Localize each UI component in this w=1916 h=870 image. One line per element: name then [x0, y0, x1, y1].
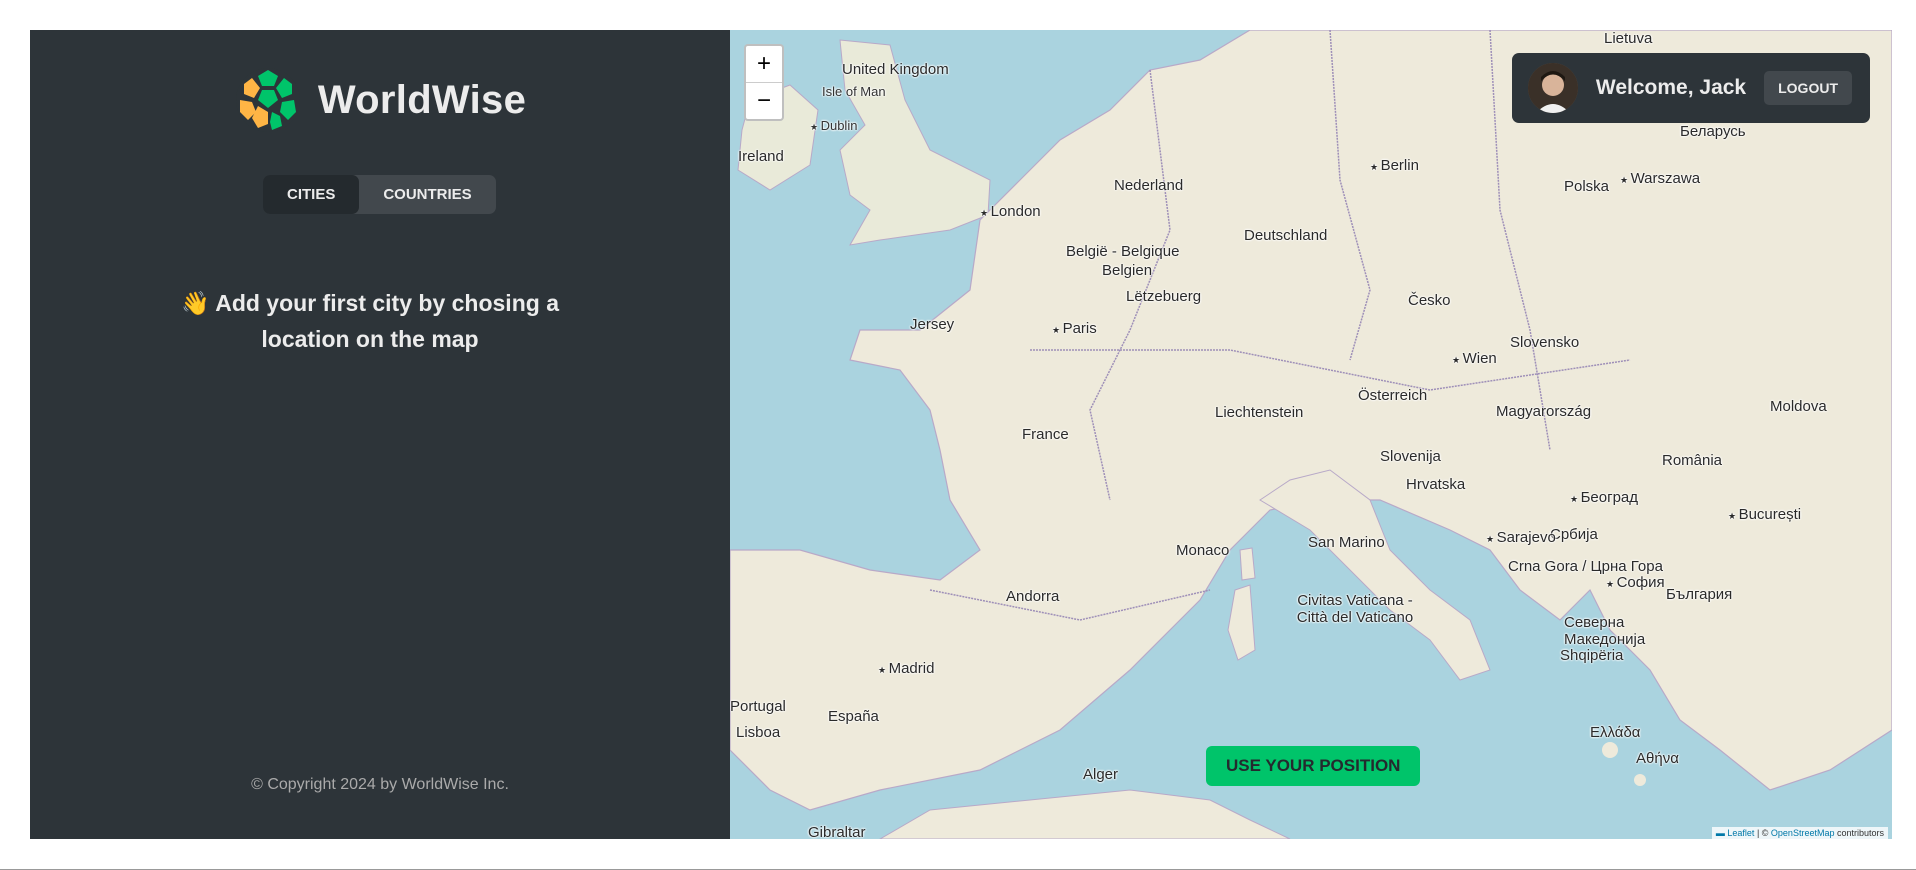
map-label-jersey: Jersey [910, 316, 955, 333]
map-label-liechtenstein: Liechtenstein [1215, 404, 1304, 421]
map-label-slovenija: Slovenija [1380, 448, 1441, 465]
logout-button[interactable]: LOGOUT [1764, 71, 1852, 105]
copyright: © Copyright 2024 by WorldWise Inc. [251, 776, 509, 793]
map-label-dublin: Dublin [810, 118, 858, 133]
map-label-ellada: Ελλάδα [1590, 724, 1641, 741]
attribution-suffix: contributors [1834, 828, 1884, 838]
map-label-france: France [1022, 426, 1069, 443]
map-label-gibraltar: Gibraltar [808, 824, 866, 839]
zoom-control: + − [744, 44, 784, 121]
map-label-slovensko: Slovensko [1510, 334, 1580, 351]
zoom-out-button[interactable]: − [746, 82, 782, 119]
map-label-london: London [980, 203, 1041, 220]
map-label-sofia: София [1606, 574, 1665, 591]
map-attribution: ▬ Leaflet | © OpenStreetMap contributors [1711, 827, 1888, 839]
leaflet-link[interactable]: Leaflet [1727, 828, 1754, 838]
map-label-bucuresti: București [1728, 506, 1802, 523]
map[interactable]: United Kingdom Isle of Man Dublin Irelan… [730, 30, 1892, 839]
zoom-in-button[interactable]: + [746, 46, 782, 82]
empty-state-text: Add your first city by chosing a locatio… [215, 290, 559, 352]
map-label-espana: España [828, 708, 879, 725]
globe-logo-icon [235, 68, 300, 132]
map-label-moldova: Moldova [1770, 398, 1827, 415]
map-label-cesko: Česko [1408, 292, 1451, 309]
map-label-sarajevo: Sarajevo [1486, 529, 1556, 546]
map-label-nederland: Nederland [1114, 177, 1184, 194]
map-label-polska: Polska [1564, 178, 1610, 195]
map-label-belgien: Belgien [1102, 262, 1153, 279]
map-label-isle-of-man: Isle of Man [822, 84, 886, 99]
map-label-severna: Северна Македонија [1564, 614, 1646, 648]
map-label-lietuva: Lietuva [1604, 30, 1653, 47]
map-tiles [730, 30, 1892, 839]
user-panel: Welcome, Jack LOGOUT [1511, 53, 1870, 123]
app-name: WorldWise [317, 77, 527, 122]
map-label-united-kingdom: United Kingdom [842, 61, 949, 78]
sidebar-tabs: CITIES COUNTRIES [263, 175, 496, 214]
welcome-text: Welcome, Jack [1595, 76, 1747, 99]
map-label-san-marino: San Marino [1308, 534, 1385, 551]
logo[interactable]: WorldWise [30, 66, 730, 134]
tab-cities[interactable]: CITIES [263, 175, 360, 214]
ukraine-flag-icon: ▬ [1715, 828, 1725, 838]
map-label-deutschland: Deutschland [1244, 227, 1328, 244]
map-label-andorra: Andorra [1006, 588, 1060, 605]
sidebar: WorldWise CITIES COUNTRIES 👋 Add your fi… [30, 30, 730, 839]
map-label-vaticano: Civitas Vaticana - Città del Vaticano [1296, 592, 1414, 626]
map-label-monaco: Monaco [1176, 542, 1230, 559]
map-label-magyarorszag: Magyarország [1496, 403, 1592, 420]
map-label-belgie: België - Belgique [1066, 243, 1180, 260]
map-label-wien: Wien [1452, 350, 1497, 367]
map-label-letzebuerg: Lëtzebuerg [1126, 288, 1202, 305]
map-label-athina: Αθήνα [1636, 750, 1679, 767]
map-label-osterreich: Österreich [1358, 387, 1428, 404]
openstreetmap-link[interactable]: OpenStreetMap [1771, 828, 1835, 838]
avatar [1527, 63, 1578, 113]
use-position-button[interactable]: USE YOUR POSITION [1206, 746, 1421, 786]
map-label-berlin: Berlin [1370, 157, 1419, 174]
map-label-srbija: Србија [1550, 526, 1598, 543]
map-label-ireland: Ireland [738, 148, 784, 165]
app-layout: WorldWise CITIES COUNTRIES 👋 Add your fi… [30, 30, 1892, 839]
map-label-paris: Paris [1052, 320, 1097, 337]
map-label-portugal: Portugal [730, 698, 786, 715]
map-label-crna-gora: Crna Gora / Црна Гора [1508, 558, 1663, 575]
user-avatar-icon [1527, 63, 1578, 113]
map-label-romania: România [1662, 452, 1723, 469]
map-label-beograd: Београд [1570, 489, 1638, 506]
map-label-belarus: Беларусь [1680, 123, 1746, 140]
map-label-hrvatska: Hrvatska [1406, 476, 1466, 493]
waving-hand-icon: 👋 [181, 290, 210, 316]
map-label-lisboa: Lisboa [736, 724, 781, 741]
map-label-shqiperia: Shqipëria [1560, 647, 1624, 664]
attribution-separator: | © [1754, 828, 1771, 838]
map-label-alger: Alger [1083, 766, 1119, 783]
tab-countries[interactable]: COUNTRIES [359, 175, 495, 214]
map-label-warszawa: Warszawa [1620, 170, 1700, 187]
map-label-bulgaria: България [1666, 586, 1733, 603]
map-label-madrid: Madrid [878, 660, 935, 677]
empty-state-message: 👋 Add your first city by chosing a locat… [140, 285, 600, 357]
